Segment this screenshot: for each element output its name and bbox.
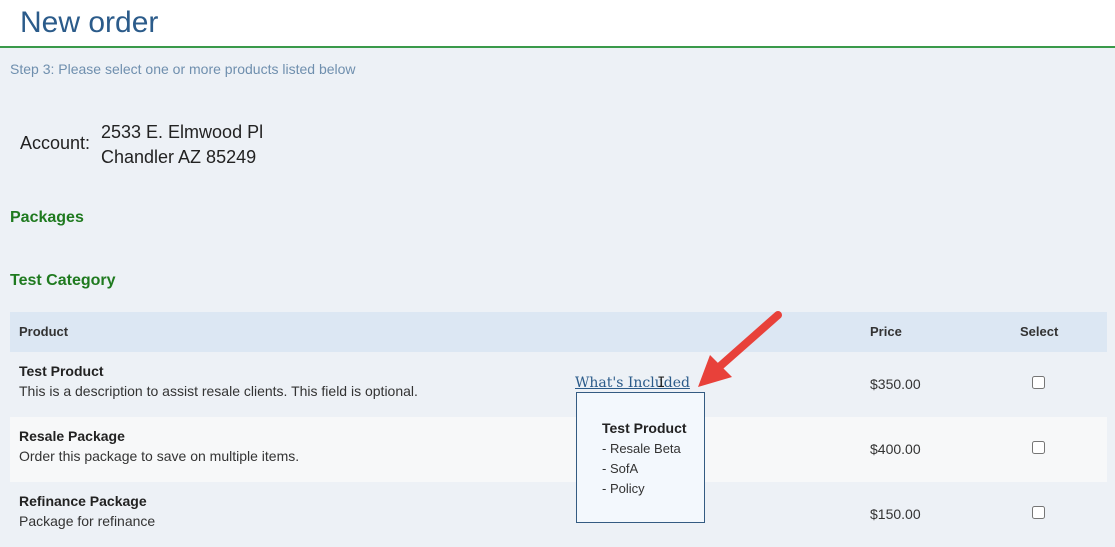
arrow-icon [698,311,782,387]
column-header-price: Price [870,324,902,339]
column-header-product: Product [19,324,69,339]
whats-included-link[interactable]: What's Included [575,375,690,391]
category-heading: Test Category [10,272,116,289]
page-title: New order [20,6,159,39]
products-table: Product Price Select Test Product This i… [10,312,1107,547]
packages-heading: Packages [10,209,84,226]
account-address-line1: 2533 E. Elmwood Pl [101,122,264,142]
product-price: $150.00 [870,506,921,522]
product-description: Package for refinance [19,513,156,529]
account-label: Account: [20,133,91,153]
table-row: Resale Package Order this package to sav… [10,417,1107,482]
product-price: $400.00 [870,441,921,457]
whats-included-tooltip: Test Product - Resale Beta - SofA - Poli… [576,392,705,523]
select-checkbox[interactable] [1032,506,1045,519]
product-description: This is a description to assist resale c… [19,383,418,399]
product-price: $350.00 [870,376,921,392]
step-instruction: Step 3: Please select one or more produc… [10,61,356,77]
column-header-select: Select [1020,324,1059,339]
select-checkbox[interactable] [1032,376,1045,389]
select-checkbox[interactable] [1032,441,1045,454]
account-address-line2: Chandler AZ 85249 [101,147,257,167]
tooltip-item: - Resale Beta [602,441,681,456]
table-row: Refinance Package Package for refinance … [10,482,1107,547]
table-row: Test Product This is a description to as… [10,352,1107,417]
tooltip-item: - Policy [602,481,645,496]
product-description: Order this package to save on multiple i… [19,448,300,464]
tooltip-item: - SofA [602,461,639,476]
table-header: Product Price Select [10,312,1107,352]
tooltip-title: Test Product [602,420,687,436]
text-cursor-icon: I [657,375,666,391]
page-header: New order [0,0,1115,48]
product-name: Test Product [19,363,104,379]
product-name: Refinance Package [19,493,147,509]
product-name: Resale Package [19,428,125,444]
